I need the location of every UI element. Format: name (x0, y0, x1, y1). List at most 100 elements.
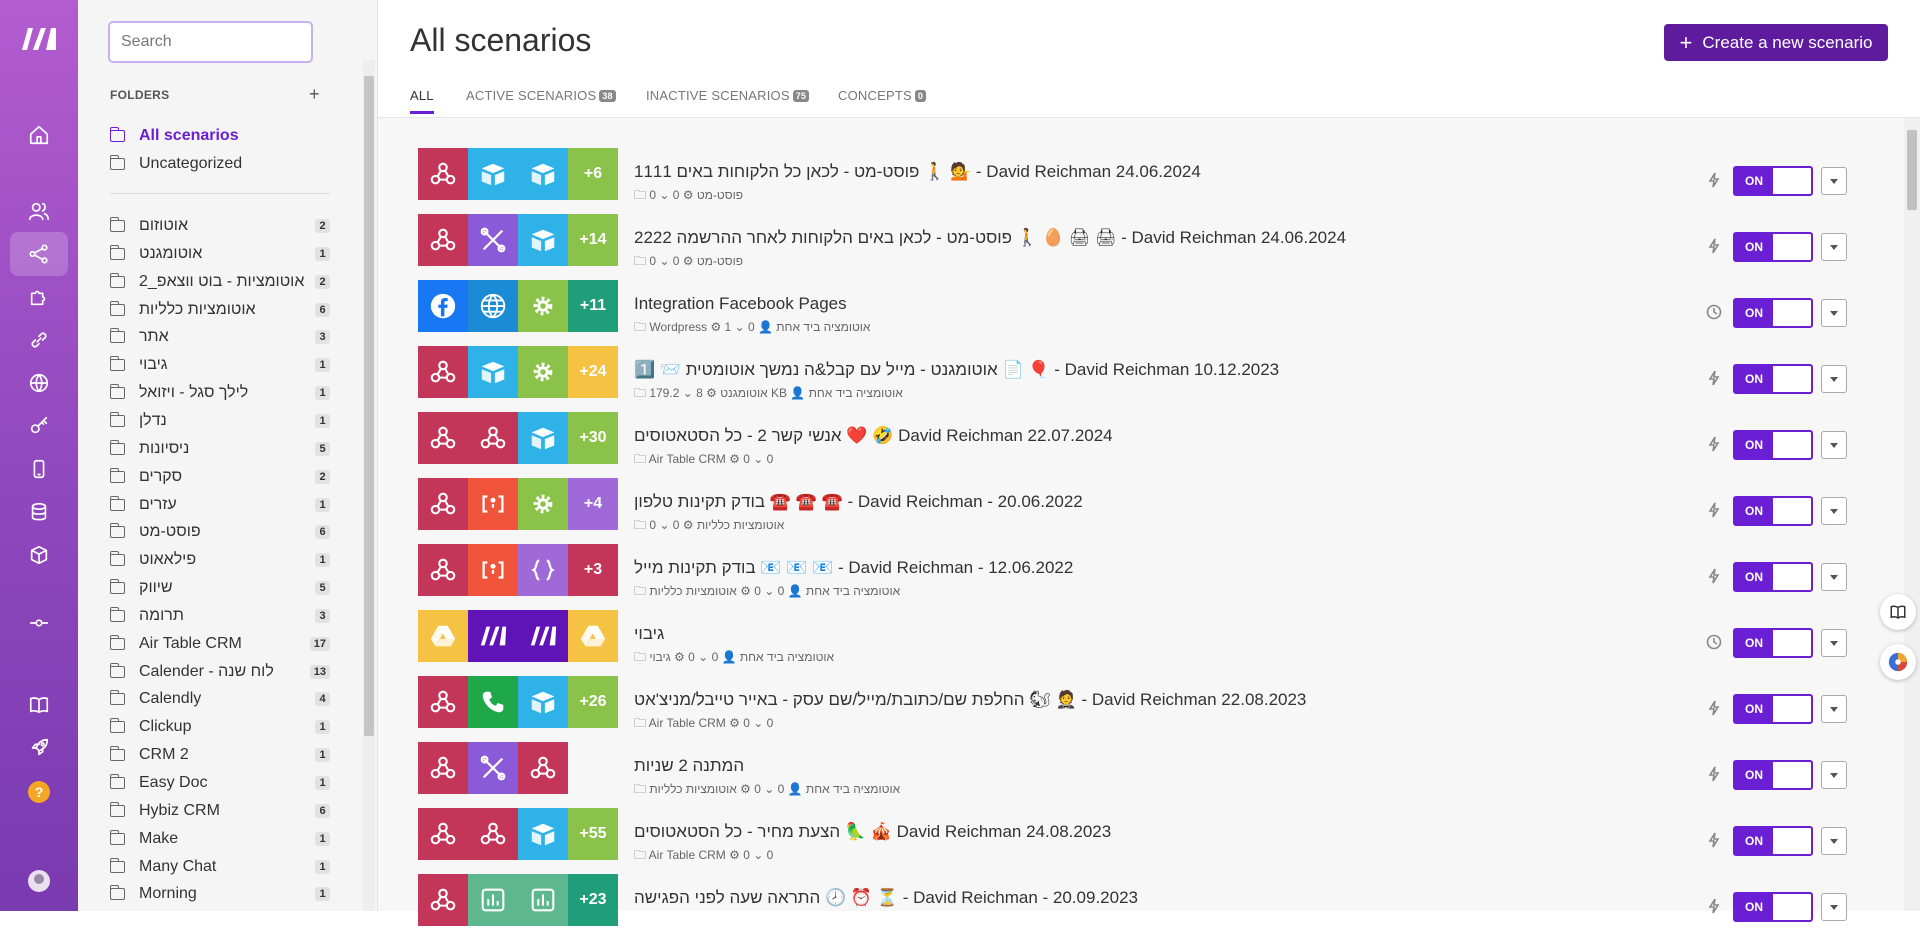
scenario-row[interactable]: +4 בודק תקינות טלפון ☎️ ☎️ ☎️ - David Rei… (418, 468, 1898, 534)
scenario-row[interactable]: +26 החלפת שם/כתובת/מייל/שם עסק - באייר טי… (418, 666, 1898, 732)
folder-item[interactable]: Easy Doc 1 (110, 771, 330, 795)
database-icon[interactable] (10, 490, 68, 534)
scenario-row[interactable]: +11 Integration Facebook Pages 🗀 Wordpress… (418, 270, 1898, 336)
scenario-title[interactable]: בודק תקינות טלפון ☎️ ☎️ ☎️ - David Reich… (634, 492, 1083, 512)
add-folder-button[interactable]: + (309, 84, 320, 105)
scenario-title[interactable]: הצעת מחיר - כל הסטאטוסים 🦜 🎪 David Reich… (634, 822, 1111, 842)
scenario-options-dropdown[interactable] (1821, 365, 1847, 393)
scenario-row[interactable]: +6 1111 פוסט-מט - לכאן כל הלקוחות באים 🚶 … (418, 138, 1898, 204)
scenario-modules[interactable]: +4 (418, 478, 618, 530)
scenario-options-dropdown[interactable] (1821, 893, 1847, 921)
scenario-toggle[interactable]: ON (1733, 496, 1813, 526)
scenario-toggle[interactable]: ON (1733, 628, 1813, 658)
device-icon[interactable] (10, 447, 68, 491)
scenario-options-dropdown[interactable] (1821, 827, 1847, 855)
folder-item[interactable]: Hybiz CRM 6 (110, 799, 330, 823)
docs-book-icon[interactable] (1880, 594, 1916, 630)
scenario-modules[interactable]: +24 (418, 346, 618, 398)
scenario-options-dropdown[interactable] (1821, 497, 1847, 525)
sidebar-scrollbar-thumb[interactable] (364, 76, 374, 736)
main-scrollbar-thumb[interactable] (1907, 130, 1917, 210)
folder-uncategorized[interactable]: Uncategorized (110, 152, 330, 176)
scenario-row[interactable]: +55 הצעת מחיר - כל הסטאטוסים 🦜 🎪 David Re… (418, 798, 1898, 864)
folder-item[interactable]: Calendly 4 (110, 687, 330, 711)
folder-item[interactable]: נדלן 1 (110, 409, 330, 433)
folder-item[interactable]: CRM 2 1 (110, 743, 330, 767)
scenario-row[interactable]: +23 התראה שעה לפני הפגישה 🕗 ⏰ ⏳ - David R… (418, 864, 1898, 930)
puzzle-icon[interactable] (10, 275, 68, 319)
scenario-options-dropdown[interactable] (1821, 761, 1847, 789)
make-logo-icon[interactable] (20, 26, 58, 52)
scenario-row[interactable]: +14 2222 פוסט-מט - לכאן באים הלקוחות לאחר… (418, 204, 1898, 270)
scenario-modules[interactable]: +3 (418, 544, 618, 596)
flow-icon[interactable] (10, 601, 68, 645)
folder-item[interactable]: תרומה 3 (110, 604, 330, 628)
users-icon[interactable] (10, 189, 68, 233)
scenario-toggle[interactable]: ON (1733, 760, 1813, 790)
scenario-row[interactable]: +3 בודק תקינות מייל 📧 📧 📧 - David Reichma… (418, 534, 1898, 600)
scenario-options-dropdown[interactable] (1821, 629, 1847, 657)
folder-item[interactable]: Many Chat 1 (110, 855, 330, 879)
folder-item[interactable]: עזרים 1 (110, 493, 330, 517)
scenario-row[interactable]: +24 1️⃣ 📨 אוטומגנט - מייל עם קבל&ה נמשך א… (418, 336, 1898, 402)
scenario-modules[interactable]: +11 (418, 280, 618, 332)
folder-all-scenarios[interactable]: All scenarios (110, 124, 330, 148)
scenario-toggle[interactable]: ON (1733, 298, 1813, 328)
scenario-title[interactable]: התראה שעה לפני הפגישה 🕗 ⏰ ⏳ - David Reic… (634, 888, 1138, 908)
tab-all[interactable]: ALL (410, 88, 434, 114)
folder-item[interactable]: Morning 1 (110, 882, 330, 906)
cube-icon[interactable] (10, 533, 68, 577)
folder-item[interactable]: לילך סגל - ויזואל 1 (110, 381, 330, 405)
folder-item[interactable]: Calender - לוח שנה 13 (110, 660, 330, 684)
folder-item[interactable]: Make 1 (110, 827, 330, 851)
folder-item[interactable]: סקרים 2 (110, 465, 330, 489)
scenario-title[interactable]: 1111 פוסט-מט - לכאן כל הלקוחות באים 🚶 💁 … (634, 162, 1201, 182)
tab-active-scenarios[interactable]: ACTIVE SCENARIOS 38 (466, 88, 616, 103)
scenario-modules[interactable]: +23 (418, 874, 618, 926)
key-icon[interactable] (10, 404, 68, 448)
scenario-title[interactable]: 1️⃣ 📨 אוטומגנט - מייל עם קבל&ה נמשך אוטו… (634, 360, 1279, 380)
folder-item[interactable]: Clickup 1 (110, 715, 330, 739)
scenario-row[interactable]: המתנה 2 שניות 🗀 אוטומציה ביד אחת 👤 0 ⌄ 0 … (418, 732, 1898, 798)
scenario-title[interactable]: החלפת שם/כתובת/מייל/שם עסק - באייר טייבל… (634, 690, 1306, 710)
folder-item[interactable]: אוטומציות - בוט ווצאפ_2 2 (110, 270, 330, 294)
help-icon[interactable]: ? (28, 781, 50, 803)
sidebar-scrollbar[interactable] (363, 60, 375, 911)
scenario-options-dropdown[interactable] (1821, 431, 1847, 459)
scenario-options-dropdown[interactable] (1821, 167, 1847, 195)
folder-item[interactable]: אוטוזום 2 (110, 214, 330, 238)
scenario-modules[interactable] (418, 610, 618, 662)
scenario-options-dropdown[interactable] (1821, 563, 1847, 591)
folder-item[interactable]: שיווק 5 (110, 576, 330, 600)
folder-item[interactable]: אתר 3 (110, 325, 330, 349)
scenario-title[interactable]: המתנה 2 שניות (634, 756, 744, 776)
scenario-modules[interactable]: +55 (418, 808, 618, 860)
rocket-icon[interactable] (10, 726, 68, 770)
scenario-toggle[interactable]: ON (1733, 892, 1813, 922)
scenario-modules[interactable] (418, 742, 568, 794)
avatar[interactable] (28, 870, 50, 892)
scenario-title[interactable]: Integration Facebook Pages (634, 294, 847, 314)
scenario-toggle[interactable]: ON (1733, 166, 1813, 196)
tab-concepts[interactable]: CONCEPTS 0 (838, 88, 927, 103)
scenario-modules[interactable]: +26 (418, 676, 618, 728)
home-icon[interactable] (10, 113, 68, 157)
scenario-title[interactable]: גיבוי (634, 624, 664, 644)
folder-item[interactable]: אוטומגנט 1 (110, 242, 330, 266)
scenario-toggle[interactable]: ON (1733, 562, 1813, 592)
scenario-title[interactable]: אנשי קשר 2 - כל הסטאטוסים ❤️ 🤣 David Rei… (634, 426, 1113, 446)
folder-item[interactable]: פוסט-מט 6 (110, 520, 330, 544)
folder-item[interactable]: Air Table CRM 17 (110, 632, 330, 656)
scenario-toggle[interactable]: ON (1733, 232, 1813, 262)
scenario-toggle[interactable]: ON (1733, 430, 1813, 460)
scenario-modules[interactable]: +14 (418, 214, 618, 266)
scenario-modules[interactable]: +30 (418, 412, 618, 464)
scenario-modules[interactable]: +6 (418, 148, 618, 200)
scenario-options-dropdown[interactable] (1821, 695, 1847, 723)
tab-inactive-scenarios[interactable]: INACTIVE SCENARIOS 75 (646, 88, 810, 103)
folder-item[interactable]: ניסיונות 5 (110, 437, 330, 461)
search-input[interactable] (108, 21, 313, 63)
scenario-row[interactable]: גיבוי 🗀 אוטומציה ביד אחת 👤 0 ⌄ 0 ⚙ גיבוי O… (418, 600, 1898, 666)
scenario-toggle[interactable]: ON (1733, 826, 1813, 856)
scenario-row[interactable]: +30 אנשי קשר 2 - כל הסטאטוסים ❤️ 🤣 David … (418, 402, 1898, 468)
